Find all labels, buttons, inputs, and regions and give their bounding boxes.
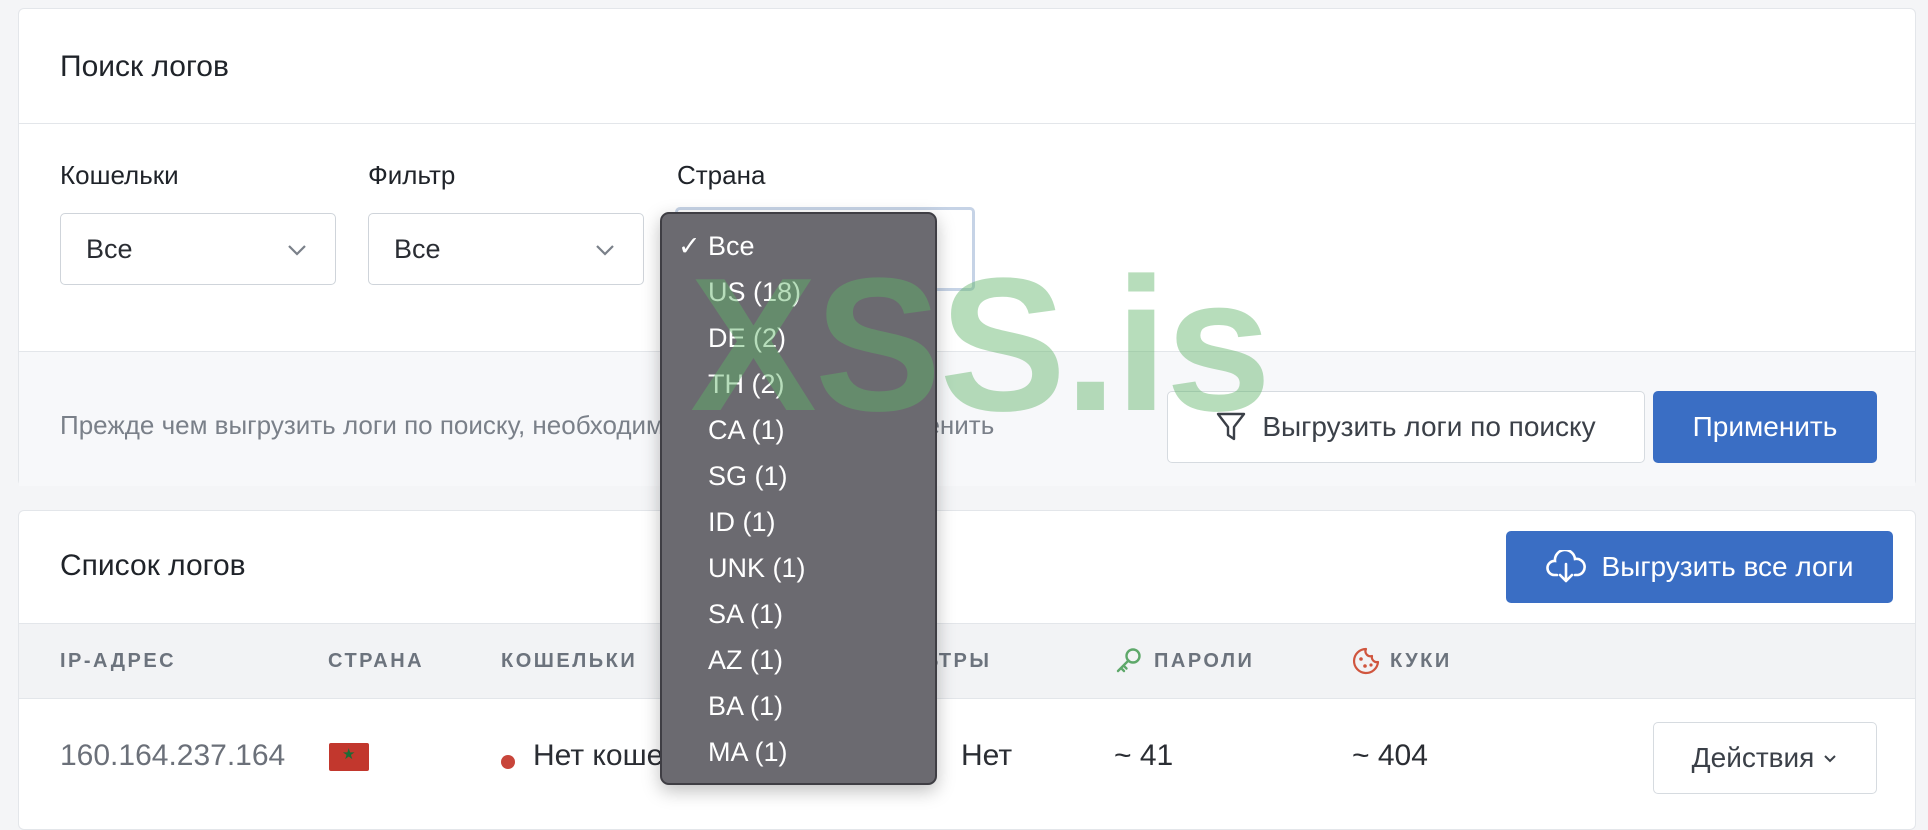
export-search-button[interactable]: Выгрузить логи по поиску	[1167, 391, 1645, 463]
column-header-cookies-label: КУКИ	[1390, 649, 1452, 672]
filter-label: Фильтр	[368, 160, 456, 190]
table-header: IP-АДРЕС СТРАНА КОШЕЛЬКИ ФИЛЬТРЫ ПАРОЛИ …	[19, 623, 1915, 699]
search-card: Поиск логов Кошельки Все Фильтр Все Стра…	[18, 8, 1916, 486]
country-option[interactable]: SA (1)	[708, 599, 783, 630]
key-icon	[1116, 648, 1141, 673]
chevron-down-icon	[288, 245, 306, 256]
filter-select[interactable]: Все	[368, 213, 644, 285]
column-header-passwords[interactable]: ПАРОЛИ	[1114, 624, 1254, 698]
export-search-label: Выгрузить логи по поиску	[1262, 411, 1596, 442]
cookie-icon	[1352, 647, 1380, 675]
country-option[interactable]: TH (2)	[708, 369, 785, 400]
status-dot-icon	[501, 755, 515, 769]
filters-value: Нет	[961, 739, 1013, 772]
cookies-value: ~ 404	[1352, 739, 1428, 772]
search-title: Поиск логов	[60, 50, 229, 83]
checkmark-icon: ✓	[678, 231, 701, 261]
country-option[interactable]: US (18)	[708, 277, 801, 308]
column-header-wallets[interactable]: КОШЕЛЬКИ	[501, 624, 637, 698]
divider	[19, 351, 1915, 352]
country-option-selected[interactable]: ✓ Все	[678, 231, 755, 262]
chevron-down-icon	[1824, 755, 1837, 763]
list-title: Список логов	[60, 549, 246, 582]
export-all-label: Выгрузить все логи	[1601, 551, 1854, 582]
column-header-country[interactable]: СТРАНА	[328, 624, 424, 698]
country-dropdown-menu: ✓ Все US (18) DE (2) TH (2) CA (1) SG (1…	[660, 212, 937, 785]
apply-button[interactable]: Применить	[1653, 391, 1877, 463]
column-header-cookies[interactable]: КУКИ	[1352, 624, 1452, 698]
country-flag-icon	[329, 743, 369, 771]
chevron-down-icon	[596, 245, 614, 256]
cloud-download-icon	[1545, 550, 1586, 583]
country-option[interactable]: ID (1)	[708, 507, 776, 538]
country-option[interactable]: AZ (1)	[708, 645, 783, 676]
country-option[interactable]: MA (1)	[708, 737, 788, 768]
country-option[interactable]: SG (1)	[708, 461, 788, 492]
filter-select-value: Все	[394, 233, 441, 264]
country-option[interactable]: DE (2)	[708, 323, 786, 354]
actions-button[interactable]: Действия	[1653, 722, 1877, 794]
column-header-passwords-label: ПАРОЛИ	[1154, 649, 1255, 672]
passwords-value: ~ 41	[1114, 739, 1174, 772]
list-card: Список логов Выгрузить все логи IP-АДРЕС…	[18, 510, 1916, 830]
ip-address: 160.164.237.164	[60, 739, 286, 772]
country-option-label: Все	[708, 231, 755, 261]
divider	[19, 123, 1915, 124]
wallets-select-value: Все	[86, 233, 133, 264]
export-all-button[interactable]: Выгрузить все логи	[1506, 531, 1893, 603]
country-option[interactable]: UNK (1)	[708, 553, 806, 584]
search-footer: Прежде чем выгрузить логи по поиску, нео…	[19, 351, 1915, 486]
country-label: Страна	[677, 160, 766, 190]
wallets-select[interactable]: Все	[60, 213, 336, 285]
column-header-ip[interactable]: IP-АДРЕС	[60, 624, 176, 698]
country-option[interactable]: CA (1)	[708, 415, 785, 446]
filter-icon	[1217, 412, 1246, 441]
country-option[interactable]: BA (1)	[708, 691, 783, 722]
actions-label: Действия	[1691, 742, 1815, 773]
wallets-label: Кошельки	[60, 160, 179, 190]
